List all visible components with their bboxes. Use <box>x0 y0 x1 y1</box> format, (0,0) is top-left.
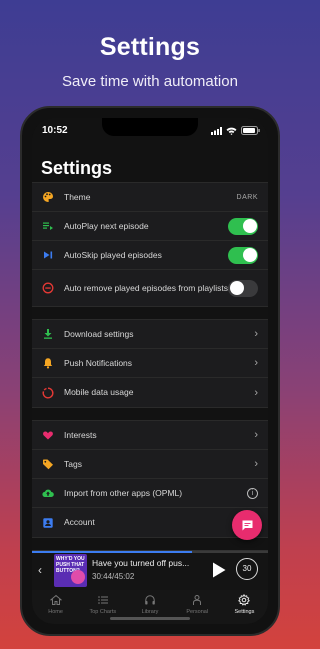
info-icon[interactable]: i <box>247 487 258 499</box>
list-icon <box>97 596 108 604</box>
tab-label: Settings <box>234 609 255 615</box>
setting-label: AutoSkip played episodes <box>64 249 162 260</box>
tab-settings[interactable]: Settings <box>221 590 268 624</box>
chevron-right-icon: › <box>254 328 258 340</box>
chevron-right-icon: › <box>254 357 258 369</box>
setting-label: Auto remove played episodes from playlis… <box>64 282 228 293</box>
bell-icon <box>42 357 54 369</box>
playlist-play-icon <box>42 220 54 232</box>
phone-frame: 10:52 Settings Theme DARK AutoPlay next … <box>20 106 280 636</box>
person-icon <box>193 595 202 605</box>
section-playback: Theme DARK AutoPlay next episode AutoSki… <box>32 182 268 307</box>
tab-label: Personal <box>186 609 209 615</box>
headphones-icon <box>145 595 155 605</box>
battery-icon <box>241 126 260 135</box>
chevron-right-icon: › <box>254 429 258 441</box>
tag-icon <box>42 458 54 470</box>
theme-value: DARK <box>236 193 258 201</box>
setting-label: Theme <box>64 191 91 202</box>
status-bar: 10:52 <box>32 125 268 139</box>
setting-interests[interactable]: Interests › <box>32 421 268 450</box>
chat-icon <box>242 520 252 530</box>
chevron-right-icon: › <box>254 458 258 470</box>
tab-label: Top Charts <box>89 609 117 615</box>
setting-label: Interests <box>64 429 97 440</box>
download-icon <box>42 328 54 340</box>
section-downloads: Download settings › Push Notifications ›… <box>32 319 268 408</box>
setting-push[interactable]: Push Notifications › <box>32 349 268 378</box>
remove-circle-icon <box>42 282 54 294</box>
skip-next-icon <box>42 249 54 261</box>
setting-label: Import from other apps (OPML) <box>64 487 183 498</box>
artwork-graphic <box>71 570 85 584</box>
home-indicator <box>110 617 190 620</box>
progress-fill <box>32 551 193 553</box>
autoplay-toggle[interactable] <box>228 217 258 235</box>
toggle-knob <box>242 219 257 233</box>
promo-subtitle: Save time with automation <box>62 73 238 90</box>
mini-player[interactable]: ‹ WHY'D YOU PUSH THAT BUTTON? Have you t… <box>32 550 268 590</box>
setting-label: Tags <box>64 458 82 469</box>
toggle-knob <box>242 248 257 262</box>
status-time: 10:52 <box>42 125 68 136</box>
play-icon <box>213 562 226 578</box>
setting-label: Download settings <box>64 328 134 339</box>
page-title: Settings <box>41 158 113 178</box>
setting-label: Mobile data usage <box>64 387 134 397</box>
signal-icon <box>211 126 222 135</box>
tab-home[interactable]: Home <box>32 590 79 624</box>
status-icons <box>211 126 260 135</box>
cloud-upload-icon <box>42 487 54 499</box>
play-button[interactable] <box>212 562 226 583</box>
tab-label: Library <box>141 609 159 615</box>
heart-icon <box>42 429 54 441</box>
palette-icon <box>42 191 54 203</box>
setting-mobile-data[interactable]: Mobile data usage › <box>32 378 268 407</box>
toggle-knob <box>229 281 244 295</box>
episode-title: Have you turned off pus... <box>92 558 190 568</box>
promo-title: Settings <box>99 33 201 61</box>
feedback-fab-button[interactable] <box>232 510 262 540</box>
screen: 10:52 Settings Theme DARK AutoPlay next … <box>32 118 268 624</box>
chevron-right-icon: › <box>254 386 258 399</box>
episode-artwork: WHY'D YOU PUSH THAT BUTTON? <box>54 554 87 587</box>
setting-import[interactable]: Import from other apps (OPML) i <box>32 479 268 508</box>
chevron-left-icon[interactable]: ‹ <box>38 563 42 577</box>
setting-label: Account <box>64 517 95 527</box>
setting-label: AutoPlay next episode <box>64 220 149 231</box>
setting-autoremove[interactable]: Auto remove played episodes from playlis… <box>32 270 268 306</box>
skip-forward-button[interactable]: 30 <box>236 558 258 580</box>
setting-download[interactable]: Download settings › <box>32 320 268 349</box>
home-icon <box>49 594 62 605</box>
wifi-icon <box>226 127 237 135</box>
setting-tags[interactable]: Tags › <box>32 450 268 479</box>
setting-label: Push Notifications <box>64 357 133 368</box>
settings-list[interactable]: Theme DARK AutoPlay next episode AutoSki… <box>32 182 268 550</box>
playback-progress[interactable] <box>32 551 268 553</box>
autoskip-toggle[interactable] <box>228 246 258 264</box>
gear-icon <box>238 594 251 606</box>
setting-autoplay[interactable]: AutoPlay next episode <box>32 212 268 241</box>
setting-theme[interactable]: Theme DARK <box>32 183 268 212</box>
episode-time: 30:44/45:02 <box>92 572 135 581</box>
tab-label: Home <box>48 609 63 615</box>
autoremove-toggle[interactable] <box>228 279 258 297</box>
account-box-icon <box>42 517 54 529</box>
setting-autoskip[interactable]: AutoSkip played episodes <box>32 241 268 270</box>
data-usage-icon <box>42 386 54 399</box>
